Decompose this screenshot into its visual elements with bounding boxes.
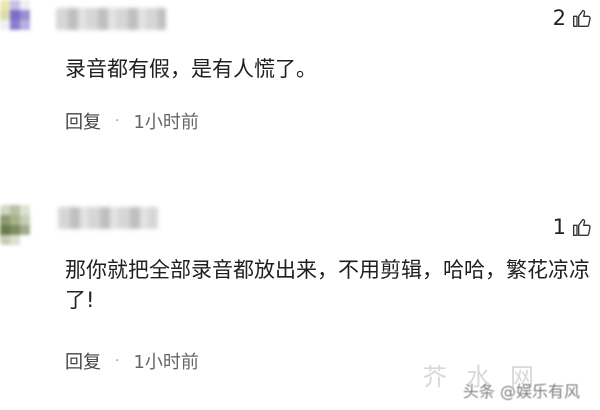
comment-text: 那你就把全部录音都放出来，不用剪辑，哈哈，繁花凉凉了! xyxy=(65,258,590,312)
avatar[interactable] xyxy=(0,205,40,245)
like-count: 1 xyxy=(552,215,566,239)
timestamp: 1小时前 xyxy=(133,352,199,373)
comment-meta: 回复 · 1小时前 xyxy=(65,108,199,134)
source-watermark: 头条 @娱乐有风 xyxy=(462,382,580,401)
avatar[interactable] xyxy=(0,0,40,40)
like-control[interactable]: 2 xyxy=(553,6,592,30)
separator-dot: · xyxy=(115,113,120,129)
thumbs-up-icon[interactable] xyxy=(572,8,592,28)
like-control[interactable]: 1 xyxy=(553,215,592,239)
username-blurred[interactable] xyxy=(58,207,158,229)
reply-button[interactable]: 回复 xyxy=(65,108,101,134)
username-blurred[interactable] xyxy=(56,8,166,30)
thumbs-up-icon[interactable] xyxy=(572,217,592,237)
reply-button[interactable]: 回复 xyxy=(65,348,101,374)
comment-text: 录音都有假，是有人慌了。 xyxy=(65,57,317,81)
comment-1: 2 录音都有假，是有人慌了。 回复 · 1小时前 xyxy=(0,0,600,160)
comment-meta: 回复 · 1小时前 xyxy=(65,348,199,374)
like-count: 2 xyxy=(552,6,566,30)
separator-dot: · xyxy=(115,353,120,369)
timestamp: 1小时前 xyxy=(133,112,199,133)
